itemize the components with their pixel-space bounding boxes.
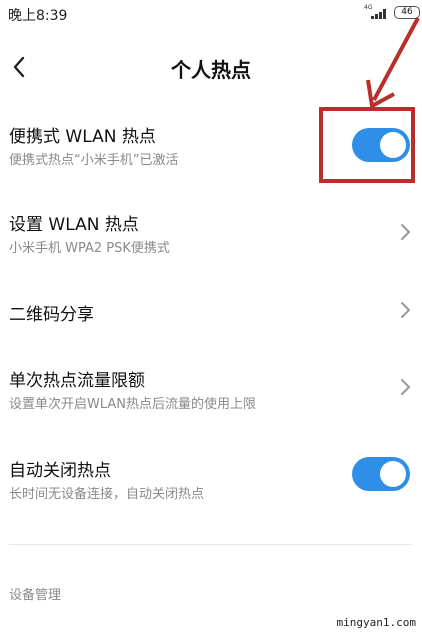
setting-qr-share[interactable]: 二维码分享: [0, 290, 422, 330]
setting-subtitle: 长时间无设备连接，自动关闭热点: [9, 487, 205, 502]
divider: [9, 544, 411, 545]
page-title: 个人热点: [171, 58, 251, 82]
setting-subtitle: 便携式热点“小米手机”已激活: [9, 153, 179, 168]
auto-close-toggle[interactable]: [352, 457, 410, 491]
setting-title: 自动关闭热点: [9, 461, 111, 481]
setting-title: 便携式 WLAN 热点: [9, 127, 156, 147]
toggle-knob: [380, 461, 406, 487]
annotation-highlight-box: [319, 107, 415, 183]
header: 个人热点: [0, 40, 422, 96]
setting-subtitle: 小米手机 WPA2 PSK便携式: [9, 241, 170, 256]
setting-subtitle: 设置单次开启WLAN热点后流量的使用上限: [9, 397, 257, 412]
status-time: 晚上8:39: [8, 8, 68, 24]
setting-title: 单次热点流量限额: [9, 371, 145, 391]
setting-data-limit[interactable]: 单次热点流量限额 设置单次开启WLAN热点后流量的使用上限: [0, 362, 422, 422]
setting-title: 二维码分享: [9, 305, 94, 325]
setting-auto-close[interactable]: 自动关闭热点 长时间无设备连接，自动关闭热点: [0, 450, 422, 510]
watermark: mingyan1.com: [336, 616, 416, 629]
setting-configure-hotspot[interactable]: 设置 WLAN 热点 小米手机 WPA2 PSK便携式: [0, 204, 422, 264]
chevron-right-icon: [401, 379, 410, 395]
setting-title: 设置 WLAN 热点: [9, 215, 139, 235]
section-header-device-management: 设备管理: [9, 588, 62, 603]
chevron-right-icon: [401, 302, 410, 318]
chevron-right-icon: [401, 224, 410, 240]
status-bar: 晚上8:39 4G 46: [0, 0, 422, 28]
